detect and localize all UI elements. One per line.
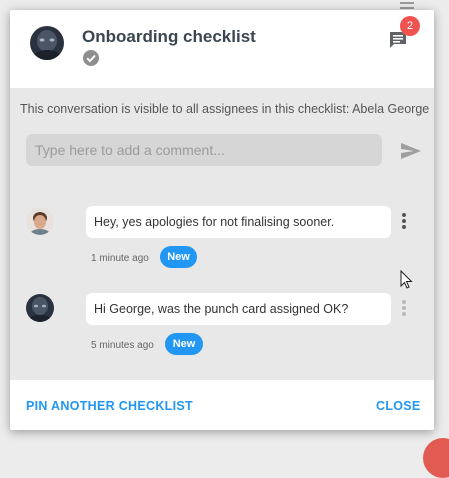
- close-button[interactable]: CLOSE: [376, 399, 421, 413]
- more-options-icon[interactable]: [400, 212, 408, 232]
- page-title: Onboarding checklist: [82, 27, 256, 46]
- mouse-cursor-icon: [400, 269, 414, 290]
- new-badge: New: [165, 333, 203, 355]
- avatar-dark: [26, 294, 54, 322]
- visibility-note: This conversation is visible to all assi…: [20, 102, 430, 116]
- new-badge: New: [160, 246, 197, 268]
- pin-another-checklist-button[interactable]: PIN ANOTHER CHECKLIST: [26, 399, 193, 413]
- dialog-footer: PIN ANOTHER CHECKLIST CLOSE: [10, 380, 434, 430]
- comment-input[interactable]: [26, 134, 382, 166]
- avatar-george: [26, 207, 54, 235]
- send-icon[interactable]: [400, 141, 422, 161]
- more-options-icon[interactable]: [400, 299, 408, 319]
- checklist-conversation-dialog: Onboarding checklist 2 This conversation…: [10, 10, 434, 430]
- dialog-header: Onboarding checklist 2: [10, 10, 434, 88]
- message-bubble: Hi George, was the punch card assigned O…: [86, 293, 391, 325]
- avatar: [30, 26, 64, 60]
- background-fab: [423, 438, 449, 478]
- message-time: 5 minutes ago: [91, 340, 154, 351]
- message-bubble: Hey, yes apologies for not finalising so…: [86, 206, 391, 238]
- message-time: 1 minute ago: [91, 253, 149, 264]
- notification-badge: 2: [400, 16, 420, 36]
- check-circle-icon: [83, 50, 99, 66]
